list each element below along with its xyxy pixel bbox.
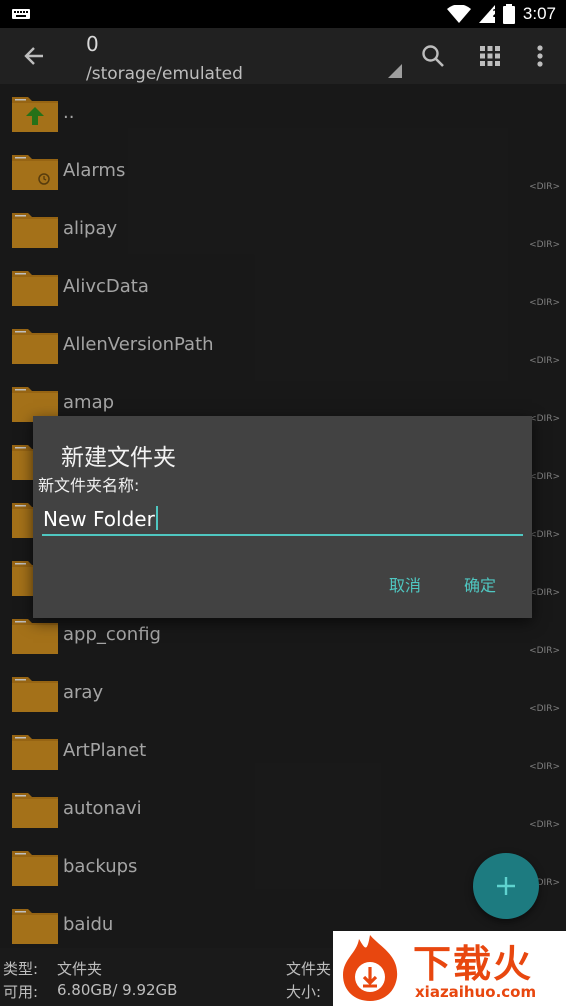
size-label: 大小: [286,983,322,1001]
battery-icon [502,4,515,24]
type-value: 文件夹 [57,960,103,978]
search-button[interactable] [417,40,449,72]
status-bar: 2 3:07 [0,0,566,28]
new-folder-dialog: 新建文件夹 新文件夹名称: New Folder 取消 确定 [33,416,532,618]
wifi-icon [446,5,471,23]
more-options-button[interactable] [524,40,556,72]
path-selector[interactable]: /storage/emulated [86,64,243,84]
battery-level: 2 [492,7,500,20]
type-label: 类型: [3,960,39,978]
folder-name-label: 新文件夹名称: [38,476,140,495]
text-caret [155,506,158,530]
available-value: 6.80GB/ 9.92GB [57,981,178,999]
folder-name-value: New Folder [43,507,155,531]
dialog-title: 新建文件夹 [61,445,176,471]
selection-type: 文件夹 [286,960,332,978]
flame-logo-icon [343,935,398,1001]
grid-icon [480,46,500,66]
available-label: 可用: [3,983,39,1001]
add-fab-button[interactable] [473,853,539,919]
folder-name-input[interactable]: New Folder [42,500,523,536]
clock: 3:07 [522,4,556,23]
search-icon [422,45,444,67]
grid-view-button[interactable] [474,40,506,72]
plus-icon [497,877,515,895]
keyboard-icon [12,9,30,19]
watermark: 下载火 xiazaihuo.com [333,931,566,1006]
more-vertical-icon [537,45,543,67]
back-button[interactable] [16,38,52,74]
toolbar: 0 /storage/emulated [0,28,566,84]
dropdown-triangle-icon[interactable] [388,64,402,78]
watermark-url: xiazaihuo.com [415,983,537,1001]
page-title: 0 [86,32,99,56]
watermark-text: 下载火 [413,942,534,986]
confirm-button[interactable]: 确定 [464,572,496,596]
cancel-button[interactable]: 取消 [389,572,421,596]
arrow-left-icon [24,47,43,65]
